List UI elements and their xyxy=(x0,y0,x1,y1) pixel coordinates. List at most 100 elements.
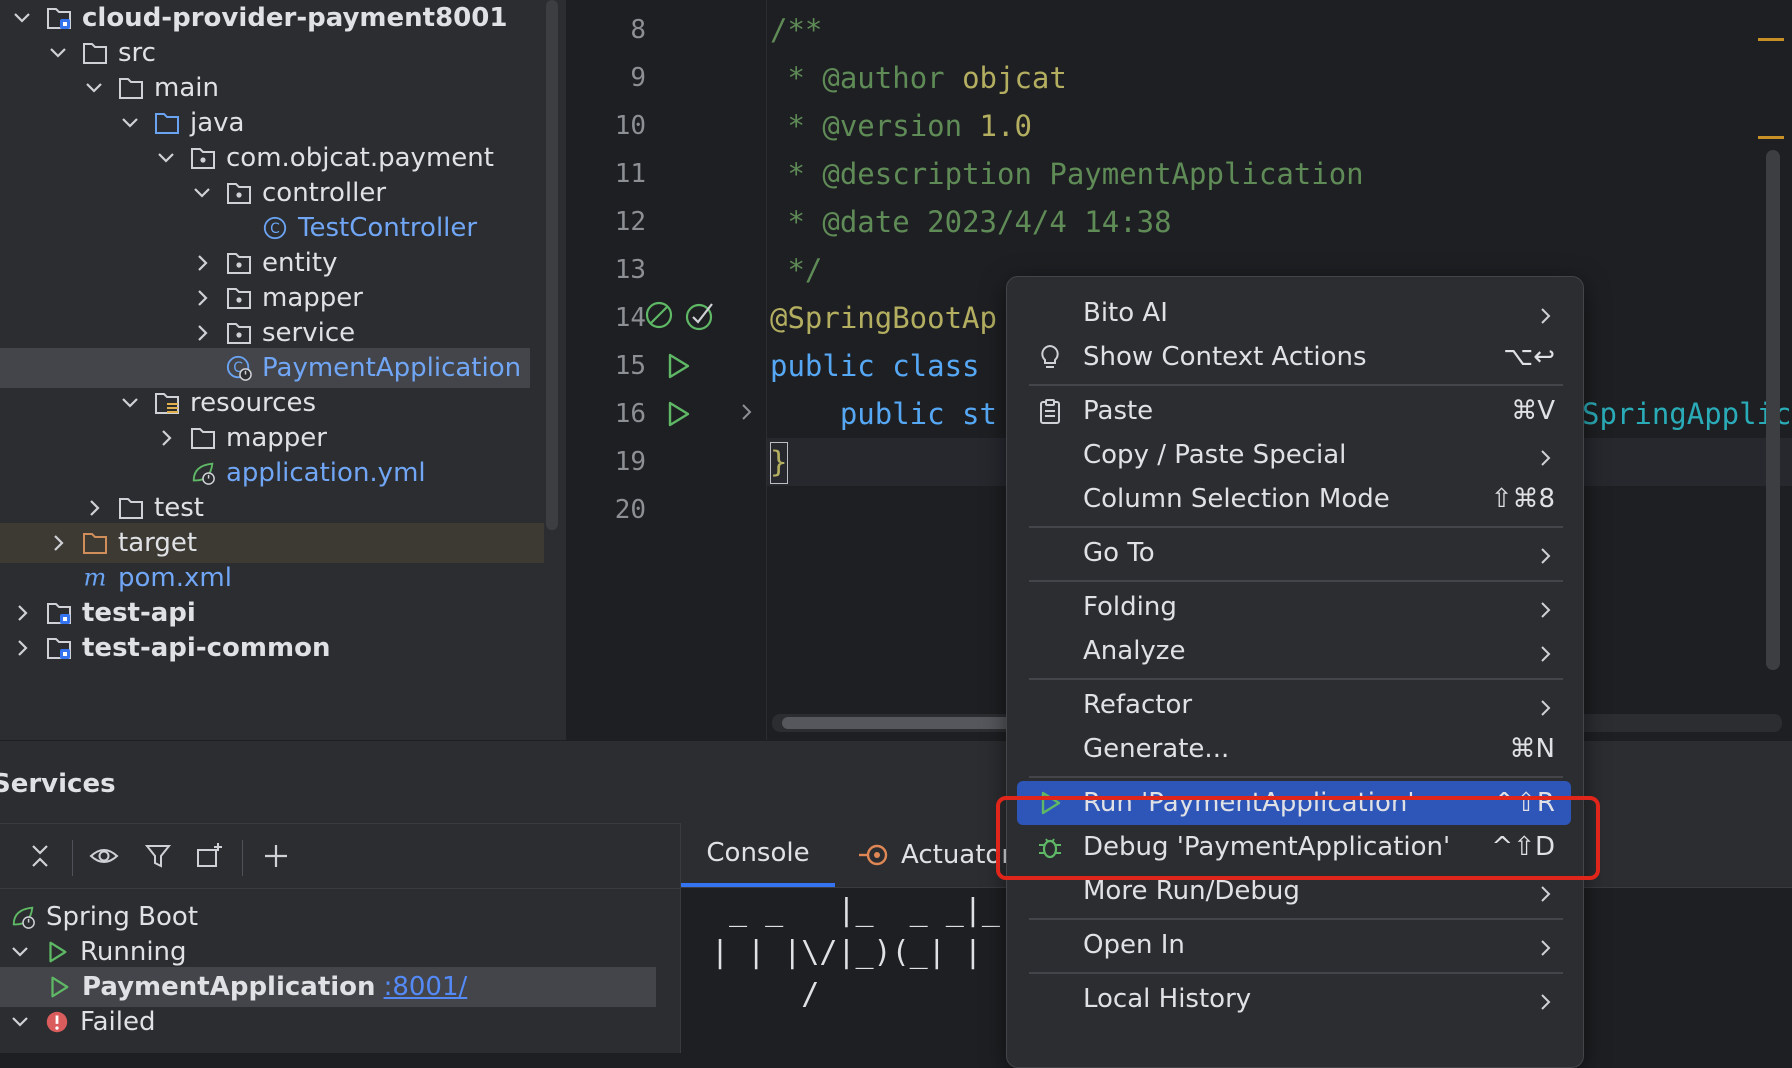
menu-item-column-selection-mode[interactable]: Column Selection Mode ⇧⌘8 xyxy=(1017,477,1571,521)
project-tree-item[interactable]: C TestController xyxy=(0,208,566,248)
project-tree-item[interactable]: com.objcat.payment xyxy=(0,138,566,178)
chevron-down-icon[interactable] xyxy=(8,1010,32,1034)
collapse-all-icon[interactable] xyxy=(22,838,58,874)
actuator-icon xyxy=(857,840,891,870)
project-tree-item[interactable]: java xyxy=(0,103,566,143)
project-tree-item[interactable]: controller xyxy=(0,173,566,213)
chevron-right-icon[interactable] xyxy=(46,531,70,555)
menu-item-paste[interactable]: Paste ⌘V xyxy=(1017,389,1571,433)
code-fragment-right: SpringApplic xyxy=(1582,397,1792,431)
spring-boot-icon xyxy=(8,903,38,931)
menu-item-label: Folding xyxy=(1083,592,1177,622)
menu-item-copy-paste-special[interactable]: Copy / Paste Special xyxy=(1017,433,1571,477)
chevron-down-icon[interactable] xyxy=(82,76,106,100)
menu-item-label: More Run/Debug xyxy=(1083,876,1300,906)
chevron-right-icon[interactable] xyxy=(82,496,106,520)
project-tree-item[interactable]: m pom.xml xyxy=(0,558,566,598)
services-tree-item[interactable]: PaymentApplication:8001/ xyxy=(0,967,656,1007)
project-tree-item[interactable]: resources xyxy=(0,383,566,423)
run-gutter-icon[interactable] xyxy=(662,398,694,430)
spring-bean-icon[interactable] xyxy=(644,300,676,332)
service-port-link[interactable]: :8001/ xyxy=(384,972,468,1002)
tab-actuator[interactable]: Actuator xyxy=(857,823,1012,887)
menu-item-shortcut: ⇧⌘8 xyxy=(1490,484,1555,514)
menu-item-local-history[interactable]: Local History xyxy=(1017,977,1571,1021)
project-tree-scrollbar[interactable] xyxy=(546,0,558,530)
filter-icon[interactable] xyxy=(140,838,176,874)
code-line[interactable]: * @description PaymentApplication xyxy=(770,150,1363,198)
chevron-down-icon[interactable] xyxy=(154,146,178,170)
services-tree-item[interactable]: Running xyxy=(0,932,680,972)
code-line[interactable]: /** xyxy=(770,6,822,54)
menu-item-label: Generate... xyxy=(1083,734,1230,764)
warning-marker[interactable] xyxy=(1758,38,1784,41)
package-icon xyxy=(224,284,254,312)
project-tree-item[interactable]: mapper xyxy=(0,278,566,318)
spring-boot-gutter-icon[interactable] xyxy=(684,300,716,332)
run-icon xyxy=(42,938,72,966)
add-service-icon[interactable] xyxy=(258,838,294,874)
project-tree-item[interactable]: C PaymentApplication xyxy=(0,348,530,388)
chevron-down-icon[interactable] xyxy=(8,940,32,964)
editor-context-menu: Bito AI Show Context Actions ⌥↩ Paste ⌘V Copy… xyxy=(1006,276,1584,1068)
project-tree-item-label: test xyxy=(154,493,204,523)
chevron-right-icon[interactable] xyxy=(190,286,214,310)
code-line[interactable]: @SpringBootAp xyxy=(770,294,997,342)
editor-vertical-scrollbar[interactable] xyxy=(1766,150,1780,670)
tab-console[interactable]: Console xyxy=(681,823,835,887)
project-tree-item[interactable]: service xyxy=(0,313,566,353)
project-tree-item[interactable]: entity xyxy=(0,243,566,283)
fold-chevron-icon[interactable] xyxy=(736,402,768,434)
chevron-right-icon[interactable] xyxy=(10,601,34,625)
code-line[interactable]: * @author objcat xyxy=(770,54,1066,102)
menu-separator xyxy=(1029,776,1563,778)
chevron-right-icon[interactable] xyxy=(10,636,34,660)
submenu-arrow-icon xyxy=(1535,641,1555,662)
chevron-down-icon[interactable] xyxy=(10,6,34,30)
chevron-down-icon[interactable] xyxy=(118,111,142,135)
menu-item-folding[interactable]: Folding xyxy=(1017,585,1571,629)
code-line[interactable]: */ xyxy=(770,246,822,294)
project-tree-item[interactable]: mapper xyxy=(0,418,566,458)
project-tree-item[interactable]: application.yml xyxy=(0,453,566,493)
line-number: 12 xyxy=(614,207,646,237)
eye-icon[interactable] xyxy=(86,838,122,874)
menu-item-open-in[interactable]: Open In xyxy=(1017,923,1571,967)
warning-marker[interactable] xyxy=(1758,136,1784,139)
folder-icon xyxy=(116,494,146,522)
menu-item-label: Bito AI xyxy=(1083,298,1168,328)
services-toolbar xyxy=(0,823,680,889)
project-tree-item[interactable]: test-api-common xyxy=(0,628,566,668)
menu-item-show-context-actions[interactable]: Show Context Actions ⌥↩ xyxy=(1017,335,1571,379)
project-tree-item[interactable]: main xyxy=(0,68,566,108)
code-line[interactable]: public st xyxy=(770,390,997,438)
code-line[interactable]: public class xyxy=(770,342,980,390)
project-tree-item[interactable]: test xyxy=(0,488,566,528)
menu-item-label: Go To xyxy=(1083,538,1155,568)
menu-item-generate[interactable]: Generate... ⌘N xyxy=(1017,727,1571,771)
chevron-right-icon[interactable] xyxy=(190,251,214,275)
services-tree-item[interactable]: Failed xyxy=(0,1002,680,1042)
chevron-down-icon[interactable] xyxy=(190,181,214,205)
chevron-right-icon[interactable] xyxy=(154,426,178,450)
menu-item-refactor[interactable]: Refactor xyxy=(1017,683,1571,727)
menu-item-bito-ai[interactable]: Bito AI xyxy=(1017,291,1571,335)
services-tree-item[interactable]: Spring Boot xyxy=(0,897,680,937)
project-tree-item[interactable]: src xyxy=(0,33,566,73)
code-line[interactable]: * @version 1.0 xyxy=(770,102,1031,150)
services-tree-item-label: Failed xyxy=(80,1007,156,1037)
project-tree-item[interactable]: target xyxy=(0,523,544,563)
code-line[interactable]: * @date 2023/4/4 14:38 xyxy=(770,198,1171,246)
chevron-down-icon[interactable] xyxy=(46,41,70,65)
menu-item-go-to[interactable]: Go To xyxy=(1017,531,1571,575)
line-number: 16 xyxy=(614,399,646,429)
submenu-arrow-icon xyxy=(1535,989,1555,1010)
folder-icon xyxy=(116,74,146,102)
line-number: 11 xyxy=(614,159,646,189)
run-gutter-icon[interactable] xyxy=(662,350,694,382)
project-tree-item[interactable]: test-api xyxy=(0,593,566,633)
chevron-right-icon[interactable] xyxy=(190,321,214,345)
menu-item-analyze[interactable]: Analyze xyxy=(1017,629,1571,673)
chevron-down-icon[interactable] xyxy=(118,391,142,415)
new-tab-icon[interactable] xyxy=(192,838,228,874)
